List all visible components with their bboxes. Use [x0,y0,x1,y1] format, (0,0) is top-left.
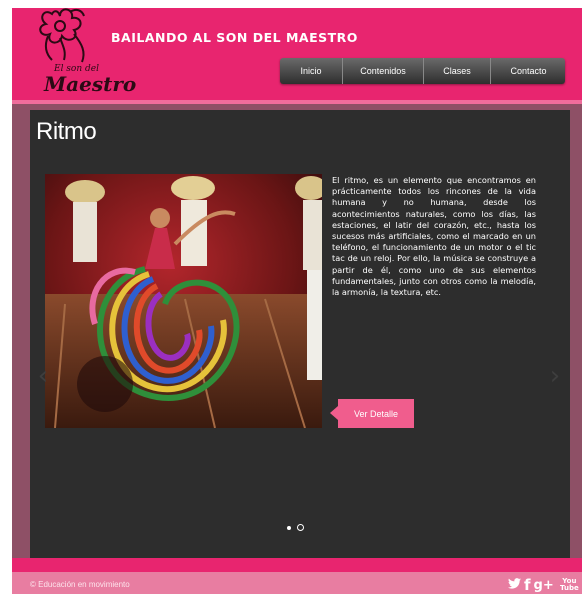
social-links: f g+ You Tube [508,576,582,594]
carousel-dot-1[interactable] [287,525,291,530]
nav-item-contenidos[interactable]: Contenidos [343,58,424,84]
carousel-dots [287,524,304,531]
facebook-icon[interactable]: f [524,576,531,594]
site-logo[interactable]: El son del Maestro [30,4,136,98]
nav-item-clases[interactable]: Clases [424,58,491,84]
twitter-bird-icon [508,577,521,589]
logo-script: El son del Maestro [44,64,136,94]
carousel-dot-2[interactable] [297,524,304,531]
main-nav: Inicio Contenidos Clases Contacto [280,58,565,84]
folk-dancer-image [45,174,322,428]
youtube-icon[interactable]: You Tube [557,578,582,592]
page-title: Ritmo [36,118,97,145]
footer-bar [12,558,582,572]
nav-item-inicio[interactable]: Inicio [280,58,343,84]
ver-detalle-button[interactable]: Ver Detalle [330,399,414,428]
nav-item-contacto[interactable]: Contacto [491,58,566,84]
twitter-icon[interactable] [508,577,521,593]
copyright-text: © Educación en movimiento [30,580,130,589]
carousel-prev-arrow[interactable]: ‹ [36,362,50,390]
section-description: El ritmo, es un elemento que encontramos… [332,175,536,298]
dancer-photo [45,174,322,428]
googleplus-icon[interactable]: g+ [534,578,554,593]
carousel-next-arrow[interactable]: › [548,362,562,390]
site-title: BAILANDO AL SON DEL MAESTRO [111,30,358,45]
logo-text-big: Maestro [44,72,137,96]
